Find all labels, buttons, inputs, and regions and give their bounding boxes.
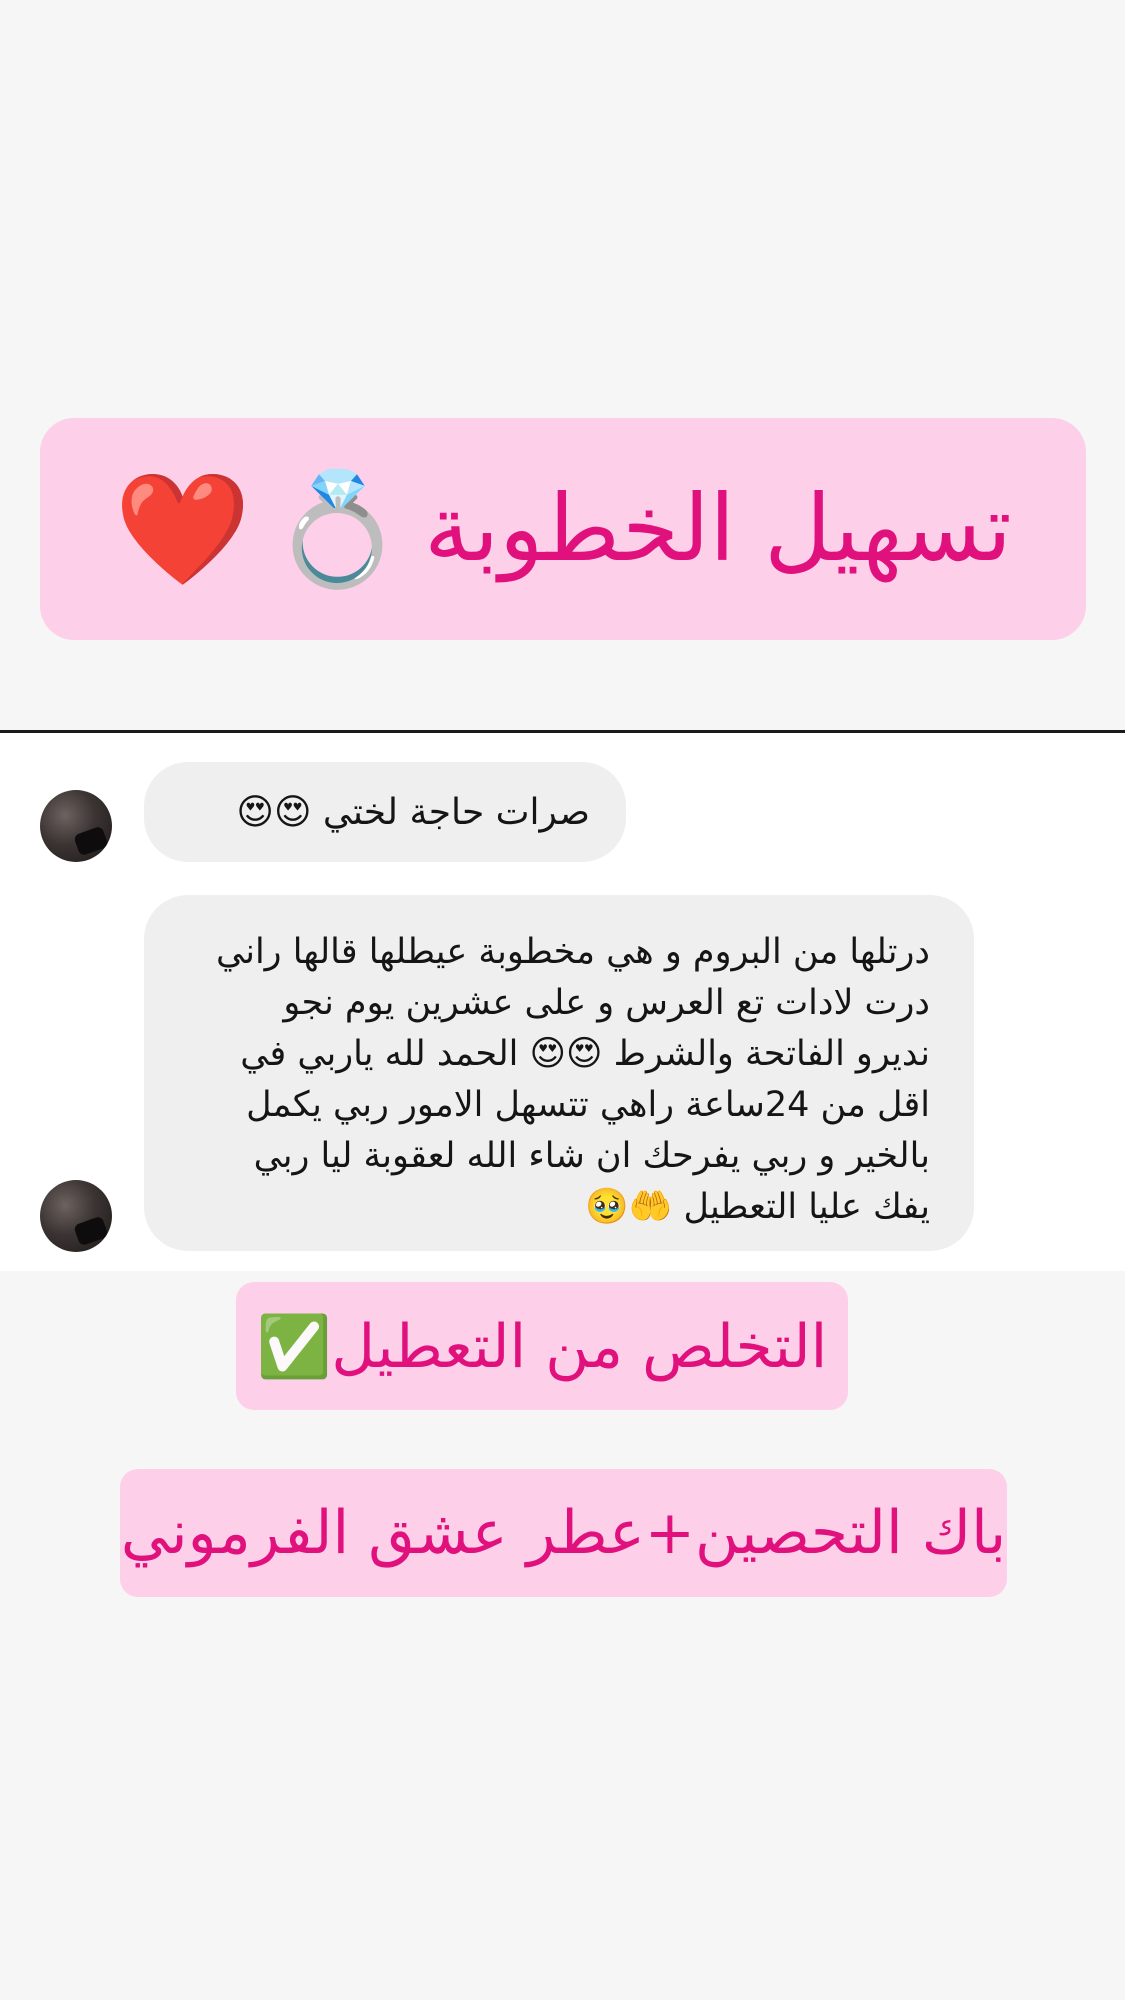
message-line: درتلها من البروم و هي مخطوبة عيطلها قاله… (216, 932, 930, 972)
pill-text: التخلص من التعطيل✅ (256, 1311, 828, 1382)
pill-text: باك التحصين+عطر عشق الفرموني (120, 1498, 1007, 1568)
message-text: صرات حاجة لختي 😍😍 (236, 791, 590, 833)
chat-message-bubble: درتلها من البروم و هي مخطوبة عيطلها قاله… (144, 895, 974, 1251)
ring-icon: 💍 (269, 465, 407, 593)
headline-text: تسهيل الخطوبة (424, 475, 1012, 582)
headline-banner: تسهيل الخطوبة 💍 ❤️ (40, 418, 1086, 640)
pill-label: باك التحصين+عطر عشق الفرموني (120, 1469, 1007, 1597)
avatar[interactable] (40, 790, 112, 862)
avatar[interactable] (40, 1180, 112, 1252)
message-line: يفك عليا التعطيل 🤲🥹 (585, 1187, 930, 1227)
message-line: بالخير و ربي يفرحك ان شاء الله لعقوبة لي… (253, 1136, 930, 1176)
heart-icon: ❤️ (114, 465, 252, 593)
message-line: اقل من 24ساعة راهي تتسهل الامور ربي يكمل (246, 1085, 930, 1125)
chat-message-bubble: صرات حاجة لختي 😍😍 (144, 762, 626, 862)
pill-label: التخلص من التعطيل✅ (236, 1282, 848, 1410)
message-line: نديرو الفاتحة والشرط 😍😍 الحمد لله ياربي … (240, 1034, 930, 1074)
message-line: درت لادات تع العرس و على عشرين يوم نجو (283, 983, 930, 1023)
